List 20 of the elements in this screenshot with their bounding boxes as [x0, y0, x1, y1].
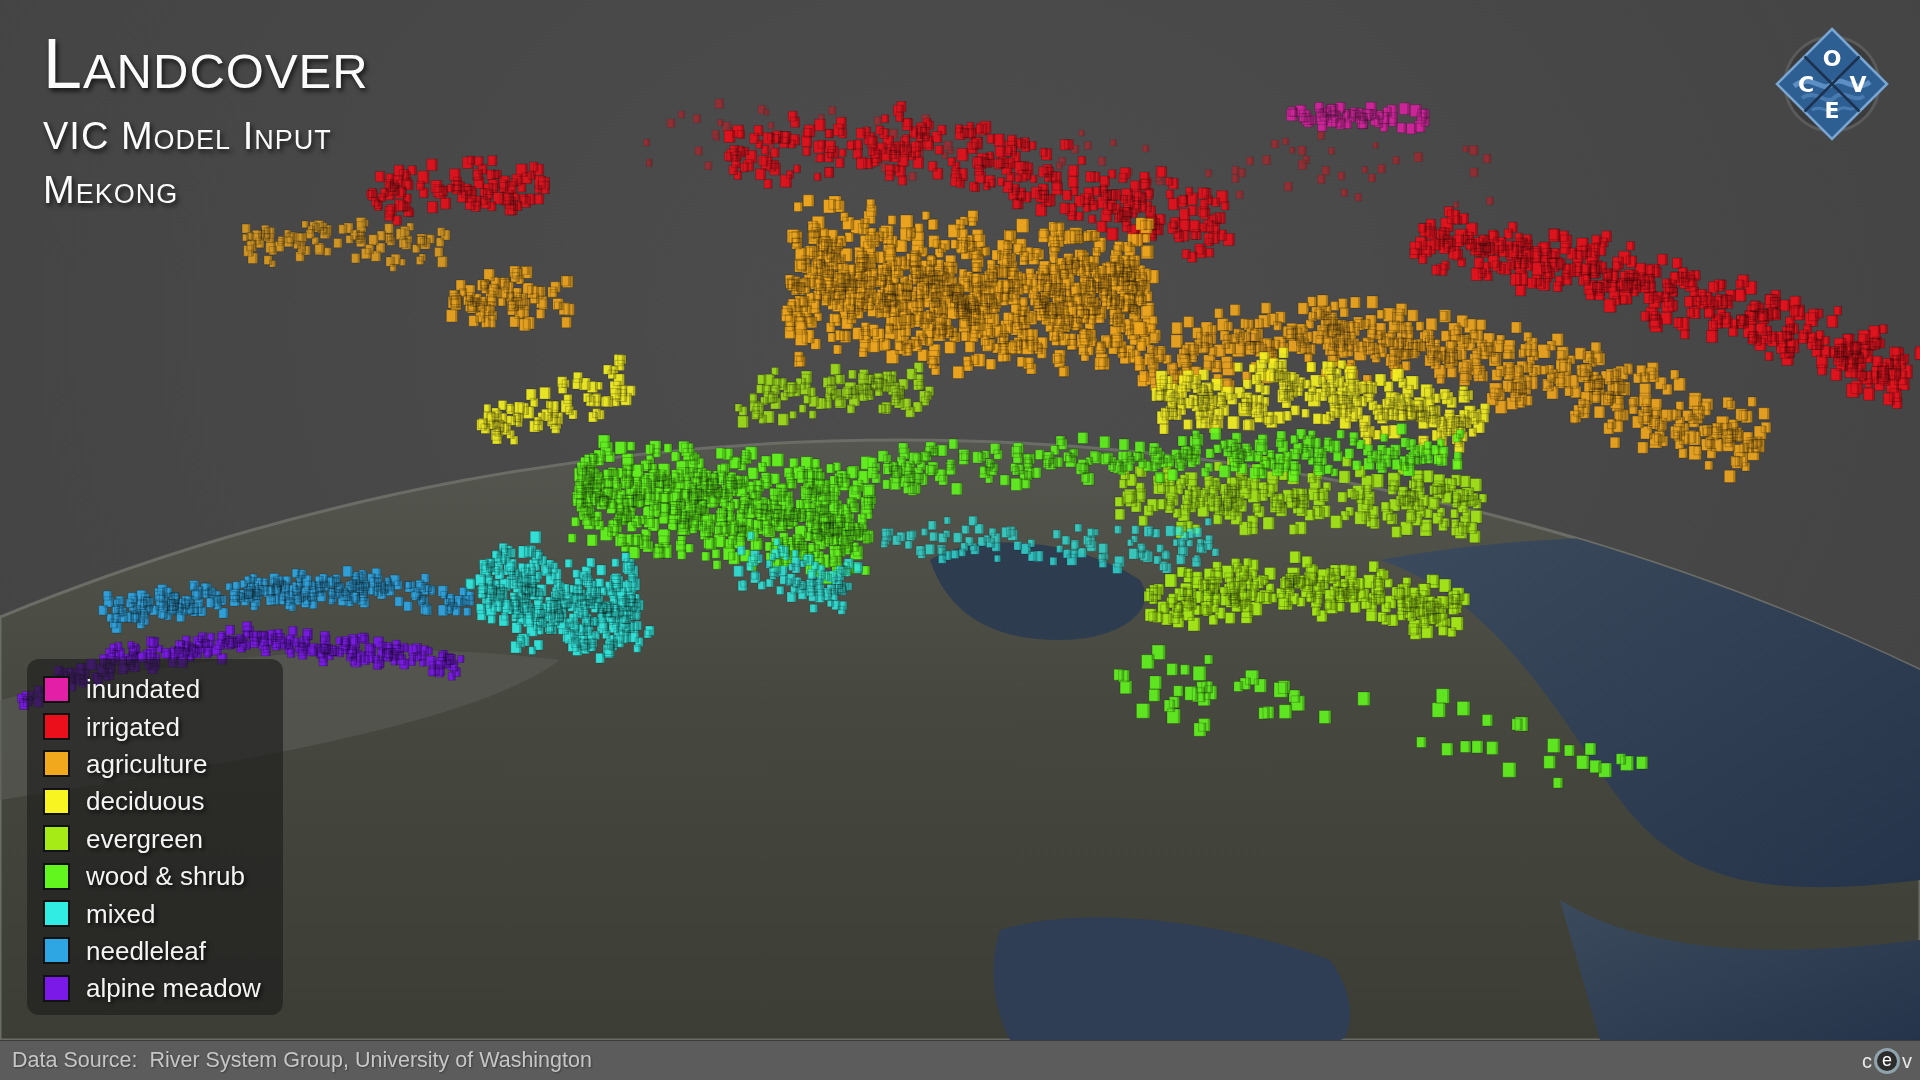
- region-title: Mekong: [43, 171, 180, 209]
- subtitle: VIC Model Input: [43, 117, 333, 155]
- legend-label: needleleaf: [86, 935, 206, 966]
- ringed-logo-letter: e: [1874, 1047, 1900, 1074]
- legend-label: inundated: [86, 674, 201, 705]
- logo-letter: E: [1824, 97, 1840, 123]
- logo-letter: O: [1822, 45, 1842, 71]
- logo-letter: C: [1797, 71, 1815, 97]
- legend-label: agriculture: [86, 748, 208, 779]
- legend-label: mixed: [86, 898, 156, 929]
- data-source-text: Data Source: River System Group, University of Washington: [12, 1047, 592, 1075]
- logo-letter: V: [1849, 71, 1867, 97]
- logo-letter: c: [1862, 1049, 1872, 1072]
- legend-label: wood & shrub: [86, 861, 245, 892]
- legend-label: alpine meadow: [86, 973, 261, 1004]
- legend-label: evergreen: [86, 823, 204, 854]
- title-heading: Landcover: [43, 29, 369, 99]
- legend-label: deciduous: [86, 786, 205, 817]
- logo-letter: v: [1902, 1049, 1912, 1072]
- legend-label: irrigated: [86, 711, 180, 742]
